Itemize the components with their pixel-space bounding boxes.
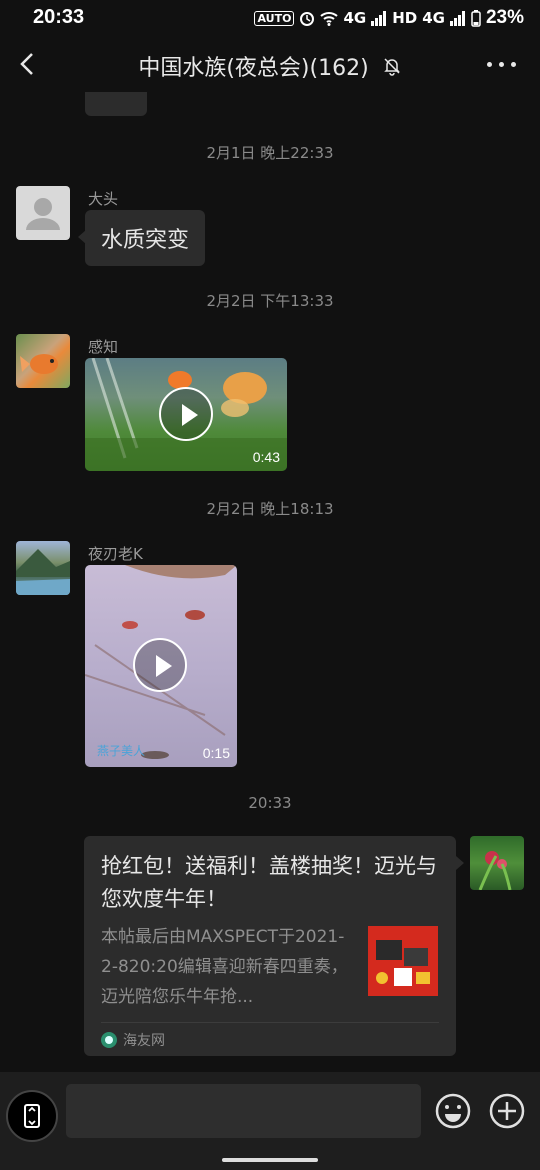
- text-message[interactable]: 水质突变: [77, 210, 206, 266]
- video-message[interactable]: 0:43: [85, 358, 287, 471]
- my-avatar[interactable]: [470, 836, 524, 890]
- timestamp: 2月2日 晚上18:13: [206, 500, 334, 518]
- avatar[interactable]: [16, 541, 70, 595]
- play-icon[interactable]: [159, 387, 213, 441]
- timestamp: 2月2日 下午13:33: [206, 292, 334, 310]
- divider: [101, 1022, 439, 1023]
- link-card-message[interactable]: 抢红包！送福利！盖楼抽奖！迈光与您欢度牛年！ 本帖最后由MAXSPECT于202…: [84, 836, 464, 1056]
- video-duration: 0:15: [202, 745, 230, 761]
- status-bar: 20:33 AUTO 4G HD 4G 23%: [0, 0, 540, 36]
- signal-icon-1: [371, 10, 387, 26]
- alarm-icon: [300, 12, 315, 26]
- link-thumbnail: [368, 926, 438, 996]
- group-name: 中国水族(夜总会)(162): [138, 56, 369, 81]
- link-title: 抢红包！送福利！盖楼抽奖！迈光与您欢度牛年！: [101, 854, 437, 911]
- landscape-avatar-icon: [16, 549, 70, 595]
- composer-bar: [0, 1072, 540, 1170]
- link-description: 本帖最后由MAXSPECT于2021-2-820:20编辑喜迎新春四重奏，迈光陪…: [101, 927, 348, 1007]
- signal-icon-2: [449, 10, 465, 26]
- avatar[interactable]: [16, 186, 70, 240]
- chat-title: 中国水族(夜总会)(162): [0, 50, 540, 82]
- status-icons: AUTO 4G HD 4G 23%: [254, 7, 524, 29]
- sender-name: 夜刃老K: [88, 545, 143, 563]
- plus-icon[interactable]: [488, 1092, 526, 1130]
- link-source: 海友网: [101, 1030, 165, 1050]
- message-input[interactable]: [66, 1084, 421, 1138]
- sender-name: 大头: [88, 190, 119, 208]
- plant-avatar-icon: [478, 851, 512, 890]
- source-name: 海友网: [123, 1033, 165, 1049]
- emoji-icon[interactable]: [434, 1092, 472, 1130]
- battery-percent: 23%: [485, 7, 524, 28]
- timestamp: 20:33: [248, 794, 292, 812]
- bell-muted-icon: [383, 58, 400, 76]
- sender-name: 感知: [88, 338, 119, 356]
- hd-label: HD: [392, 9, 418, 27]
- previous-message-partial[interactable]: [85, 92, 147, 116]
- home-indicator[interactable]: [222, 1158, 318, 1162]
- avatar[interactable]: [16, 334, 70, 388]
- video-duration: 0:43: [252, 449, 280, 465]
- battery-icon: [471, 9, 481, 27]
- video-watermark: 燕子美人: [97, 744, 146, 758]
- timestamp: 2月1日 晚上22:33: [206, 144, 334, 162]
- chat-header: 中国水族(夜总会)(162): [0, 36, 540, 92]
- play-icon[interactable]: [133, 638, 187, 692]
- status-time: 20:33: [33, 6, 85, 28]
- video-message[interactable]: 燕子美人 0:15: [85, 565, 237, 767]
- voice-switch-icon[interactable]: [6, 1090, 58, 1142]
- network-type-1: 4G: [343, 9, 367, 27]
- default-avatar-icon: [26, 198, 60, 230]
- wifi-icon: [320, 11, 339, 26]
- fish-avatar-icon: [20, 354, 58, 374]
- source-logo-icon: [101, 1032, 117, 1048]
- more-dots-icon[interactable]: [487, 62, 516, 67]
- auto-brightness-icon: AUTO: [254, 10, 295, 26]
- message-list[interactable]: 2月1日 晚上22:33 大头 水质突变 2月2日 下午13:33 感知 0:4…: [0, 92, 540, 1072]
- network-type-2: 4G: [422, 9, 445, 27]
